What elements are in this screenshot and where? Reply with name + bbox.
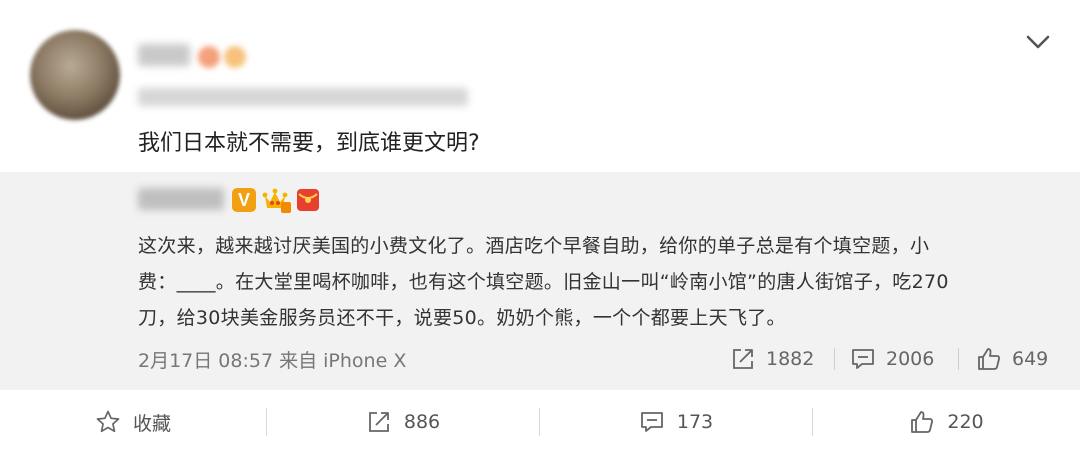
quoted-comment-button[interactable]: 2006: [850, 342, 934, 376]
quoted-repost-count: 1882: [766, 348, 815, 370]
star-icon: [96, 410, 120, 433]
comment-icon: [852, 349, 874, 369]
divider: [958, 348, 959, 370]
quoted-username-blurred[interactable]: [138, 188, 224, 210]
red-envelope-icon: [297, 189, 319, 211]
comment-icon: [640, 412, 663, 432]
action-bar: 收藏 886 173 220: [0, 390, 1080, 454]
avatar[interactable]: [30, 30, 120, 120]
post-text: 我们日本就不需要，到底谁更文明?: [138, 131, 480, 156]
post-header: 我们日本就不需要，到底谁更文明?: [0, 0, 1080, 170]
comment-count: 173: [676, 411, 714, 433]
quoted-comment-count: 2006: [886, 348, 935, 370]
divider: [834, 348, 835, 370]
quoted-like-button[interactable]: 649: [976, 342, 1048, 376]
repost-icon: [368, 412, 389, 432]
quoted-footer: 2月17日 08:57 来自 iPhone X 1882 2006 649: [138, 342, 1050, 376]
like-icon: [978, 348, 1000, 370]
like-count: 220: [947, 411, 984, 433]
quoted-like-count: 649: [1012, 348, 1049, 370]
member-badge-blurred: [198, 46, 220, 68]
quoted-meta: 2月17日 08:57 来自 iPhone X: [138, 350, 407, 372]
repost-count: 886: [403, 411, 441, 433]
favorite-button[interactable]: 收藏: [0, 390, 266, 454]
repost-icon: [733, 349, 753, 369]
verified-v-icon: V: [232, 188, 256, 212]
quoted-post[interactable]: V 这次来，越来越讨厌美国的小费文化了。酒店吃个早餐自助，给你的单子总是有个填空…: [0, 172, 1080, 390]
post-meta-blurred: [138, 88, 468, 106]
quoted-text-line: 这次来，越来越讨厌美国的小费文化了。酒店吃个早餐自助，给你的单子总是有个填空题，…: [138, 235, 930, 257]
quoted-text-line: 刀，给30块美金服务员还不干，说要50。奶奶个熊，一个个都要上天飞了。: [138, 307, 786, 329]
quoted-text: 这次来，越来越讨厌美国的小费文化了。酒店吃个早餐自助，给你的单子总是有个填空题，…: [138, 228, 1050, 336]
repost-button[interactable]: 886: [267, 390, 539, 454]
level-badge-blurred: [224, 46, 246, 68]
favorite-label: 收藏: [132, 412, 171, 435]
quoted-text-line: 费：____。在大堂里喝杯咖啡，也有这个填空题。旧金山一叫“岭南小馆”的唐人街馆…: [138, 271, 949, 293]
like-icon: [911, 411, 934, 433]
quoted-repost-button[interactable]: 1882: [730, 342, 814, 376]
username-blurred[interactable]: [138, 44, 190, 66]
like-button[interactable]: 220: [813, 390, 1080, 454]
comment-button[interactable]: 173: [540, 390, 812, 454]
chevron-down-icon[interactable]: [1024, 30, 1052, 54]
crown-level-icon: [262, 188, 291, 213]
